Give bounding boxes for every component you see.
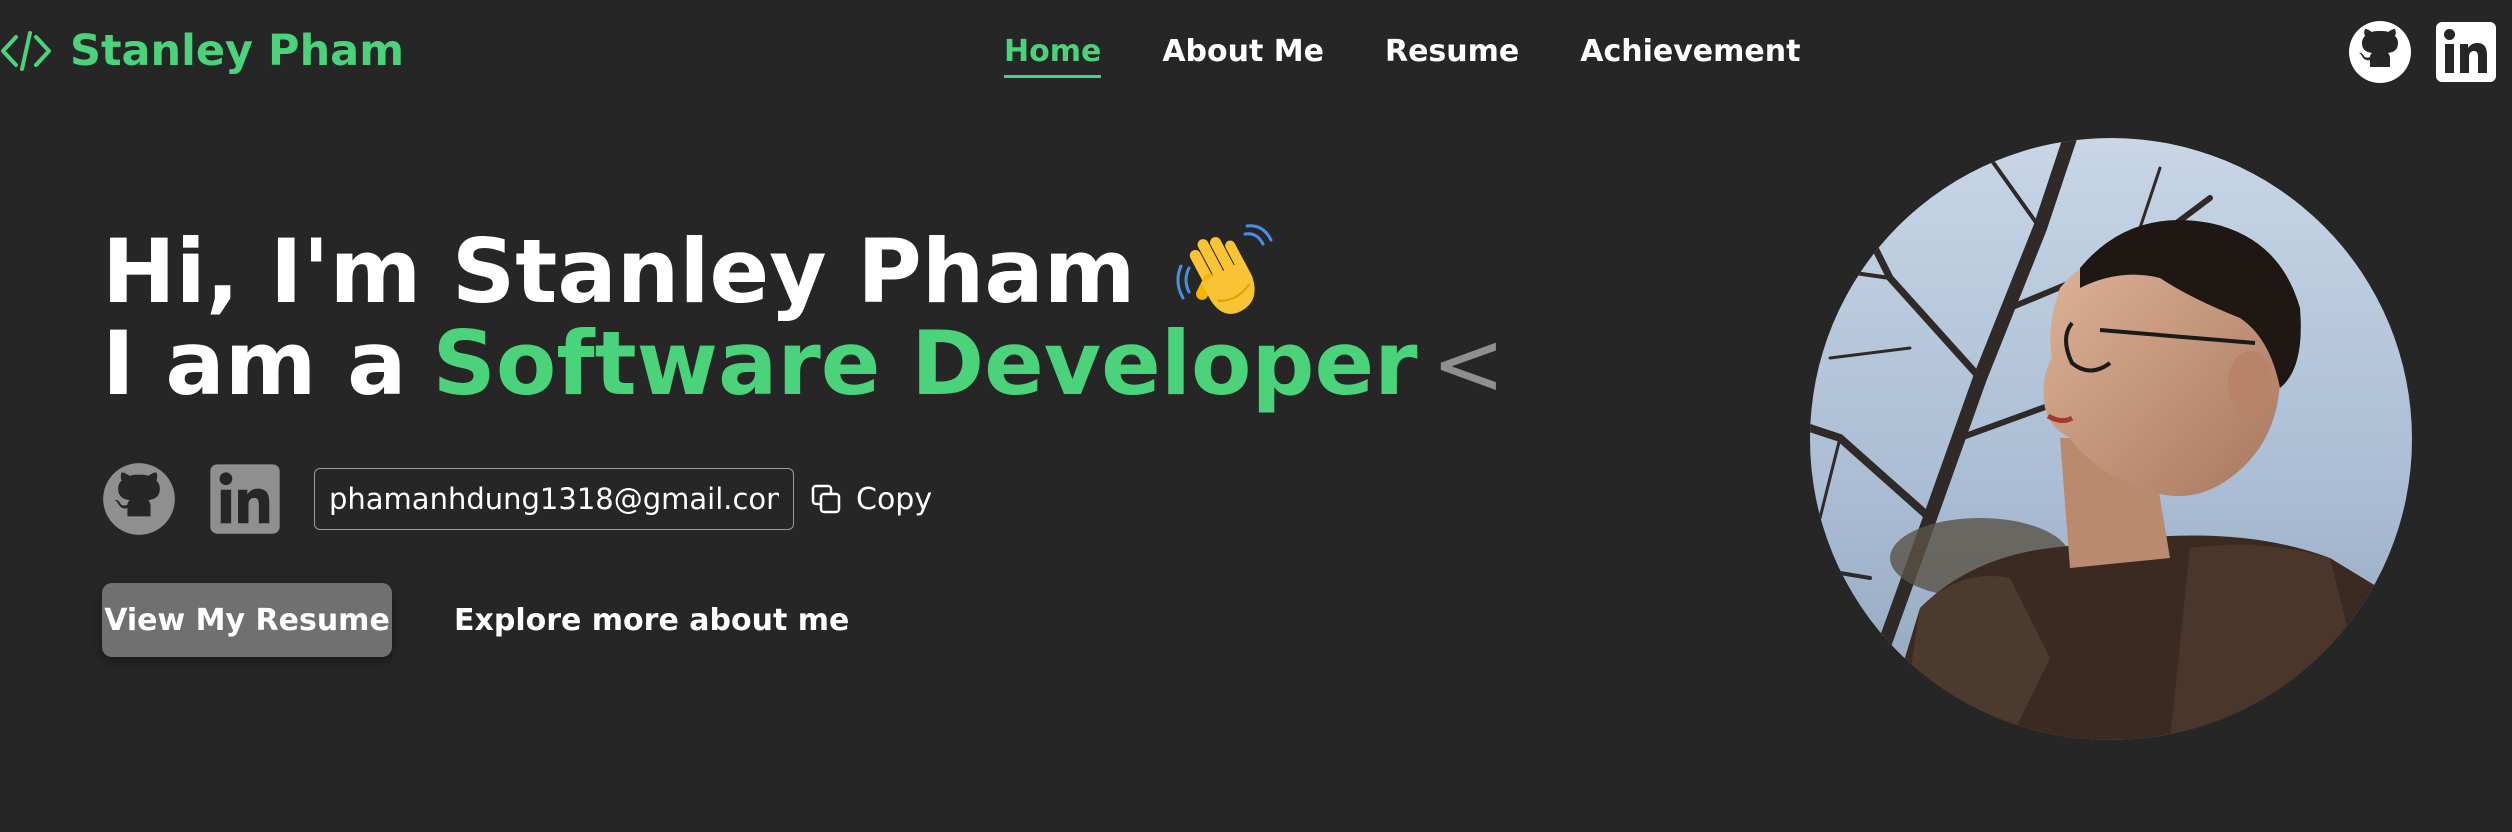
hero-heading: Hi, I'm Stanley Pham I am a Software Dev…	[102, 220, 1505, 410]
code-icon	[1, 31, 51, 71]
hero-greeting-line: Hi, I'm Stanley Pham	[102, 220, 1505, 323]
profile-photo	[1810, 138, 2412, 740]
nav-item-about-me[interactable]: About Me	[1162, 34, 1324, 78]
top-navbar: Stanley Pham Home About Me Resume Achiev…	[0, 0, 2512, 112]
typing-caret: <	[1431, 312, 1506, 415]
hero-role: Software Developer	[432, 312, 1418, 415]
hero-role-line: I am a Software Developer <	[102, 318, 1505, 410]
explore-more-link[interactable]: Explore more about me	[454, 603, 849, 638]
github-icon[interactable]	[2348, 20, 2412, 84]
page: Stanley Pham Home About Me Resume Achiev…	[0, 0, 2512, 832]
hero-greeting: Hi, I'm Stanley Pham	[102, 220, 1136, 323]
nav-item-home[interactable]: Home	[1004, 34, 1102, 78]
copy-icon	[811, 484, 841, 514]
main-nav: Home About Me Resume Achievement	[1004, 34, 1800, 78]
logo-text: Stanley Pham	[70, 26, 405, 76]
nav-item-resume[interactable]: Resume	[1385, 34, 1519, 78]
linkedin-icon[interactable]	[2434, 20, 2498, 84]
linkedin-icon[interactable]	[208, 462, 282, 536]
logo-link[interactable]: Stanley Pham	[0, 26, 404, 76]
github-icon[interactable]	[102, 462, 176, 536]
contact-row: Copy	[102, 462, 932, 536]
hero-role-prefix: I am a	[102, 312, 407, 415]
copy-button[interactable]: Copy	[810, 482, 932, 517]
nav-item-achievement[interactable]: Achievement	[1580, 34, 1800, 78]
header-social-links	[2348, 20, 2498, 84]
cta-row: View My Resume Explore more about me	[102, 583, 849, 657]
waving-hand-icon	[1176, 224, 1273, 314]
profile-photo-image	[1810, 138, 2412, 740]
email-field[interactable]	[314, 468, 794, 530]
copy-label: Copy	[856, 481, 933, 517]
view-resume-button[interactable]: View My Resume	[102, 583, 392, 657]
